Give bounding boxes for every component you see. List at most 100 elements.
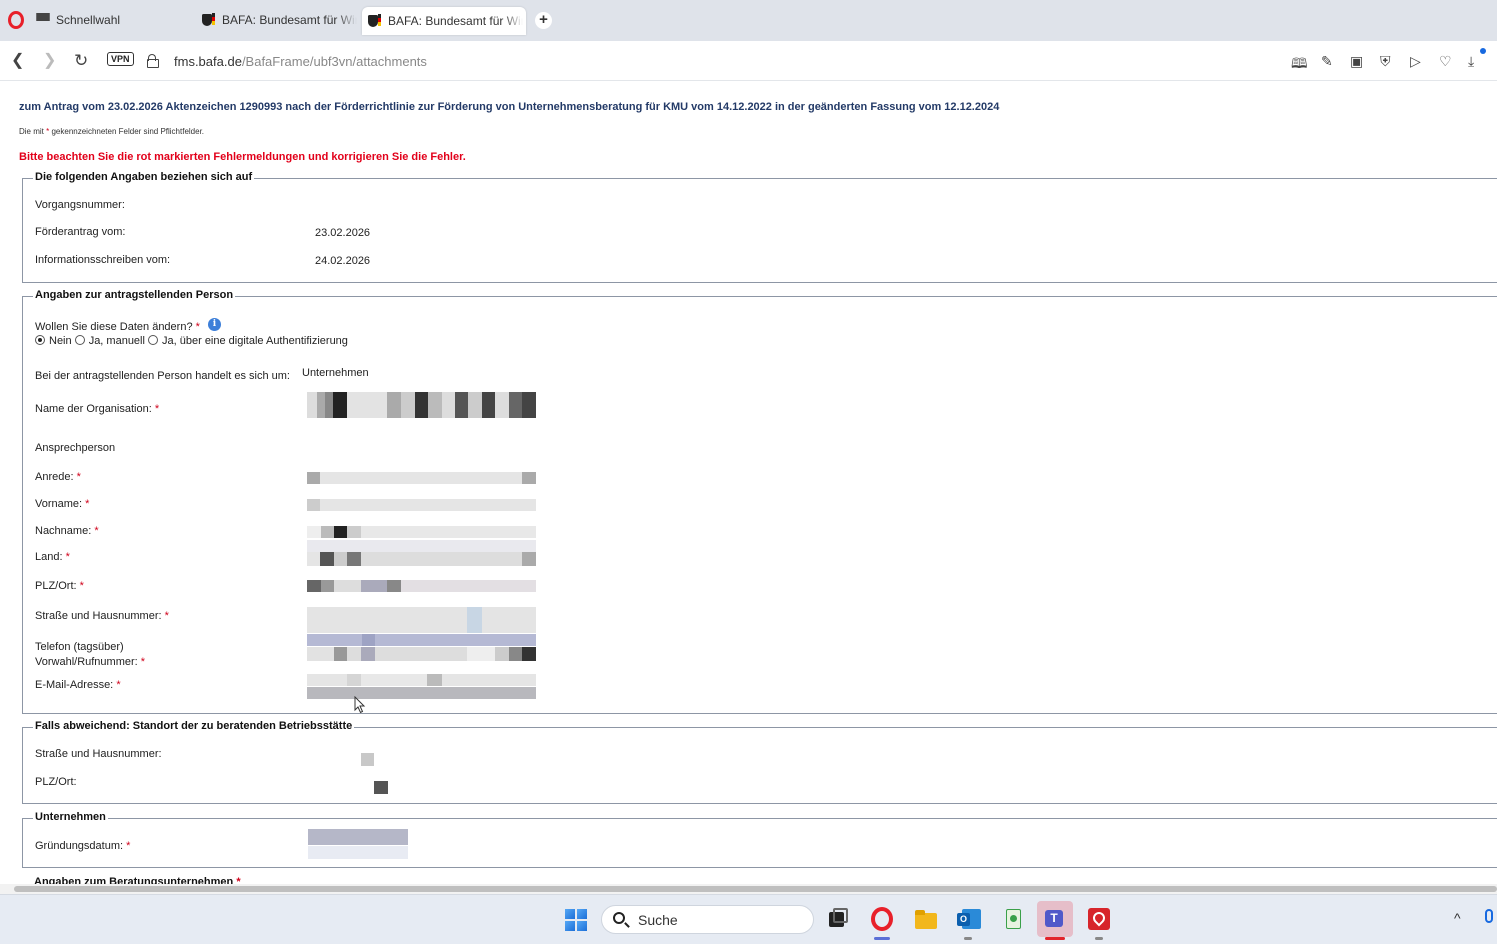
radio-option-manuell[interactable]: Ja, manuell	[74, 335, 145, 347]
land-label-text: Land:	[35, 551, 63, 563]
vorgangsnummer-label: Vorgangsnummer:	[35, 199, 125, 211]
lock-icon[interactable]	[147, 54, 159, 68]
plz-ort-value-redacted	[307, 580, 536, 592]
plz-ort-label: PLZ/Ort: *	[35, 580, 84, 592]
url-field[interactable]: fms.bafa.de/BafaFrame/ubf3vn/attachments	[174, 54, 427, 69]
download-indicator	[1480, 48, 1486, 54]
scrollbar-thumb[interactable]	[14, 886, 1497, 892]
radio-button-selected[interactable]	[35, 335, 45, 345]
legend-applicant: Angaben zur antragstellenden Person	[33, 289, 236, 301]
strasse-label-text: Straße und Hausnummer:	[35, 610, 162, 622]
email-label: E-Mail-Adresse: *	[35, 679, 121, 691]
send-icon[interactable]: ▷	[1410, 53, 1421, 70]
site-plz-ort-value-redacted	[374, 781, 388, 794]
plz-ort-label-text: PLZ/Ort:	[35, 580, 77, 592]
change-data-radio-group: Nein Ja, manuell Ja, über eine digitale …	[35, 335, 348, 347]
task-view-icon[interactable]	[827, 907, 851, 931]
tab-label: Schnellwahl	[56, 13, 121, 27]
tab-bafa-1[interactable]: BAFA: Bundesamt für Wirtschaft	[196, 7, 358, 33]
windows-start-icon[interactable]	[565, 909, 587, 931]
acrobat-icon[interactable]	[1087, 907, 1111, 931]
anrede-value-redacted	[307, 472, 536, 484]
outlook-indicator	[964, 937, 972, 940]
site-plz-ort-label: PLZ/Ort:	[35, 776, 77, 788]
vpn-badge[interactable]: VPN	[107, 52, 134, 66]
email-value-redacted-top	[307, 674, 536, 686]
back-icon[interactable]: ❮	[11, 52, 24, 70]
land-value-redacted	[307, 540, 536, 566]
org-name-label-text: Name der Organisation:	[35, 403, 152, 415]
tab-bafa-2-active[interactable]: BAFA: Bundesamt für Wirtschaft	[362, 7, 526, 35]
mandatory-prefix: Die mit	[19, 127, 44, 136]
radio-button[interactable]	[74, 335, 85, 345]
email-value-redacted-bottom	[307, 687, 536, 699]
reader-mode-icon[interactable]: 🕮	[1291, 53, 1308, 77]
required-star: *	[76, 471, 81, 483]
green-app-icon[interactable]	[1002, 907, 1026, 931]
telefon-label-line2: Vorwahl/Rufnummer: *	[35, 656, 145, 668]
url-path: /BafaFrame/ubf3vn/attachments	[241, 54, 427, 69]
gruendungsdatum-label-text: Gründungsdatum:	[35, 840, 124, 852]
url-host: fms.bafa.de	[174, 54, 242, 69]
edit-icon[interactable]: ✎	[1321, 53, 1333, 70]
foerderantrag-label: Förderantrag vom:	[35, 226, 126, 238]
radio-button[interactable]	[148, 335, 159, 345]
page-content: zum Antrag vom 23.02.2026 Aktenzeichen 1…	[0, 82, 1497, 884]
vorname-label: Vorname: *	[35, 498, 89, 510]
system-tray-chevron-icon[interactable]: ^	[1454, 910, 1461, 926]
browser-tab-bar: Schnellwahl BAFA: Bundesamt für Wirtscha…	[0, 0, 1497, 41]
radio-option-nein[interactable]: Nein	[35, 335, 72, 347]
download-icon[interactable]: ⤓	[1468, 53, 1474, 70]
forward-icon[interactable]: ❯	[43, 52, 56, 70]
adblock-shield-icon[interactable]: ⛨	[1380, 53, 1391, 70]
nachname-label-text: Nachname:	[35, 525, 92, 537]
heart-icon[interactable]: ♡	[1439, 53, 1452, 70]
informationsschreiben-value: 24.02.2026	[315, 255, 371, 267]
application-intro-heading: zum Antrag vom 23.02.2026 Aktenzeichen 1…	[19, 101, 1000, 113]
telefon-value-redacted-top	[307, 634, 536, 646]
land-label: Land: *	[35, 551, 70, 563]
legend-site: Falls abweichend: Standort der zu berate…	[33, 720, 355, 732]
opera-menu-icon[interactable]	[8, 11, 24, 29]
search-icon	[613, 912, 625, 924]
nachname-label: Nachname: *	[35, 525, 99, 537]
org-name-value-redacted	[307, 392, 536, 418]
required-star: *	[94, 525, 99, 537]
info-icon[interactable]: i	[208, 318, 221, 331]
tab-label: BAFA: Bundesamt für Wirtschaft	[388, 14, 523, 28]
fieldset-site: Falls abweichend: Standort der zu berate…	[22, 720, 1497, 804]
contact-person-heading: Ansprechperson	[35, 442, 116, 454]
gruendungsdatum-value-redacted-lower	[308, 846, 408, 859]
required-star: *	[154, 403, 160, 415]
acrobat-indicator	[1095, 937, 1103, 940]
microphone-icon[interactable]	[1485, 909, 1493, 923]
horizontal-scrollbar[interactable]	[0, 884, 1497, 894]
outlook-icon[interactable]: O	[957, 907, 981, 931]
reload-icon[interactable]: ↻	[74, 52, 88, 70]
mouse-cursor-icon	[354, 696, 366, 714]
mandatory-suffix: gekennzeichneten Felder sind Pflichtfeld…	[51, 127, 205, 136]
file-explorer-icon[interactable]	[914, 907, 938, 931]
tab-label: BAFA: Bundesamt für Wirtschaft	[222, 13, 357, 27]
legend-consulting-text: Angaben zum Beratungsunternehmen	[34, 876, 234, 884]
required-star: *	[65, 551, 70, 563]
camera-icon[interactable]: ▣	[1350, 53, 1363, 70]
new-tab-button[interactable]: +	[535, 12, 552, 29]
strasse-label: Straße und Hausnummer: *	[35, 610, 169, 622]
taskbar-search[interactable]: Suche	[601, 905, 814, 934]
radio-label: Nein	[49, 335, 72, 347]
required-star: *	[236, 876, 241, 884]
teams-icon[interactable]: T	[1037, 901, 1073, 937]
anrede-label: Anrede: *	[35, 471, 81, 483]
radio-option-digital[interactable]: Ja, über eine digitale Authentifizierung	[148, 335, 348, 347]
opera-taskbar-icon[interactable]	[871, 907, 893, 931]
required-star: *	[140, 656, 146, 668]
tab-speed-dial[interactable]: Schnellwahl	[36, 7, 196, 33]
vorname-value-redacted	[307, 499, 536, 511]
address-bar: ❮ ❯ ↻ VPN fms.bafa.de/BafaFrame/ubf3vn/a…	[0, 41, 1497, 81]
required-star: *	[164, 610, 169, 622]
nachname-value-redacted	[307, 526, 536, 538]
foerderantrag-value: 23.02.2026	[315, 227, 371, 239]
radio-label: Ja, manuell	[88, 335, 145, 347]
windows-taskbar: Suche O T ^	[0, 894, 1497, 944]
